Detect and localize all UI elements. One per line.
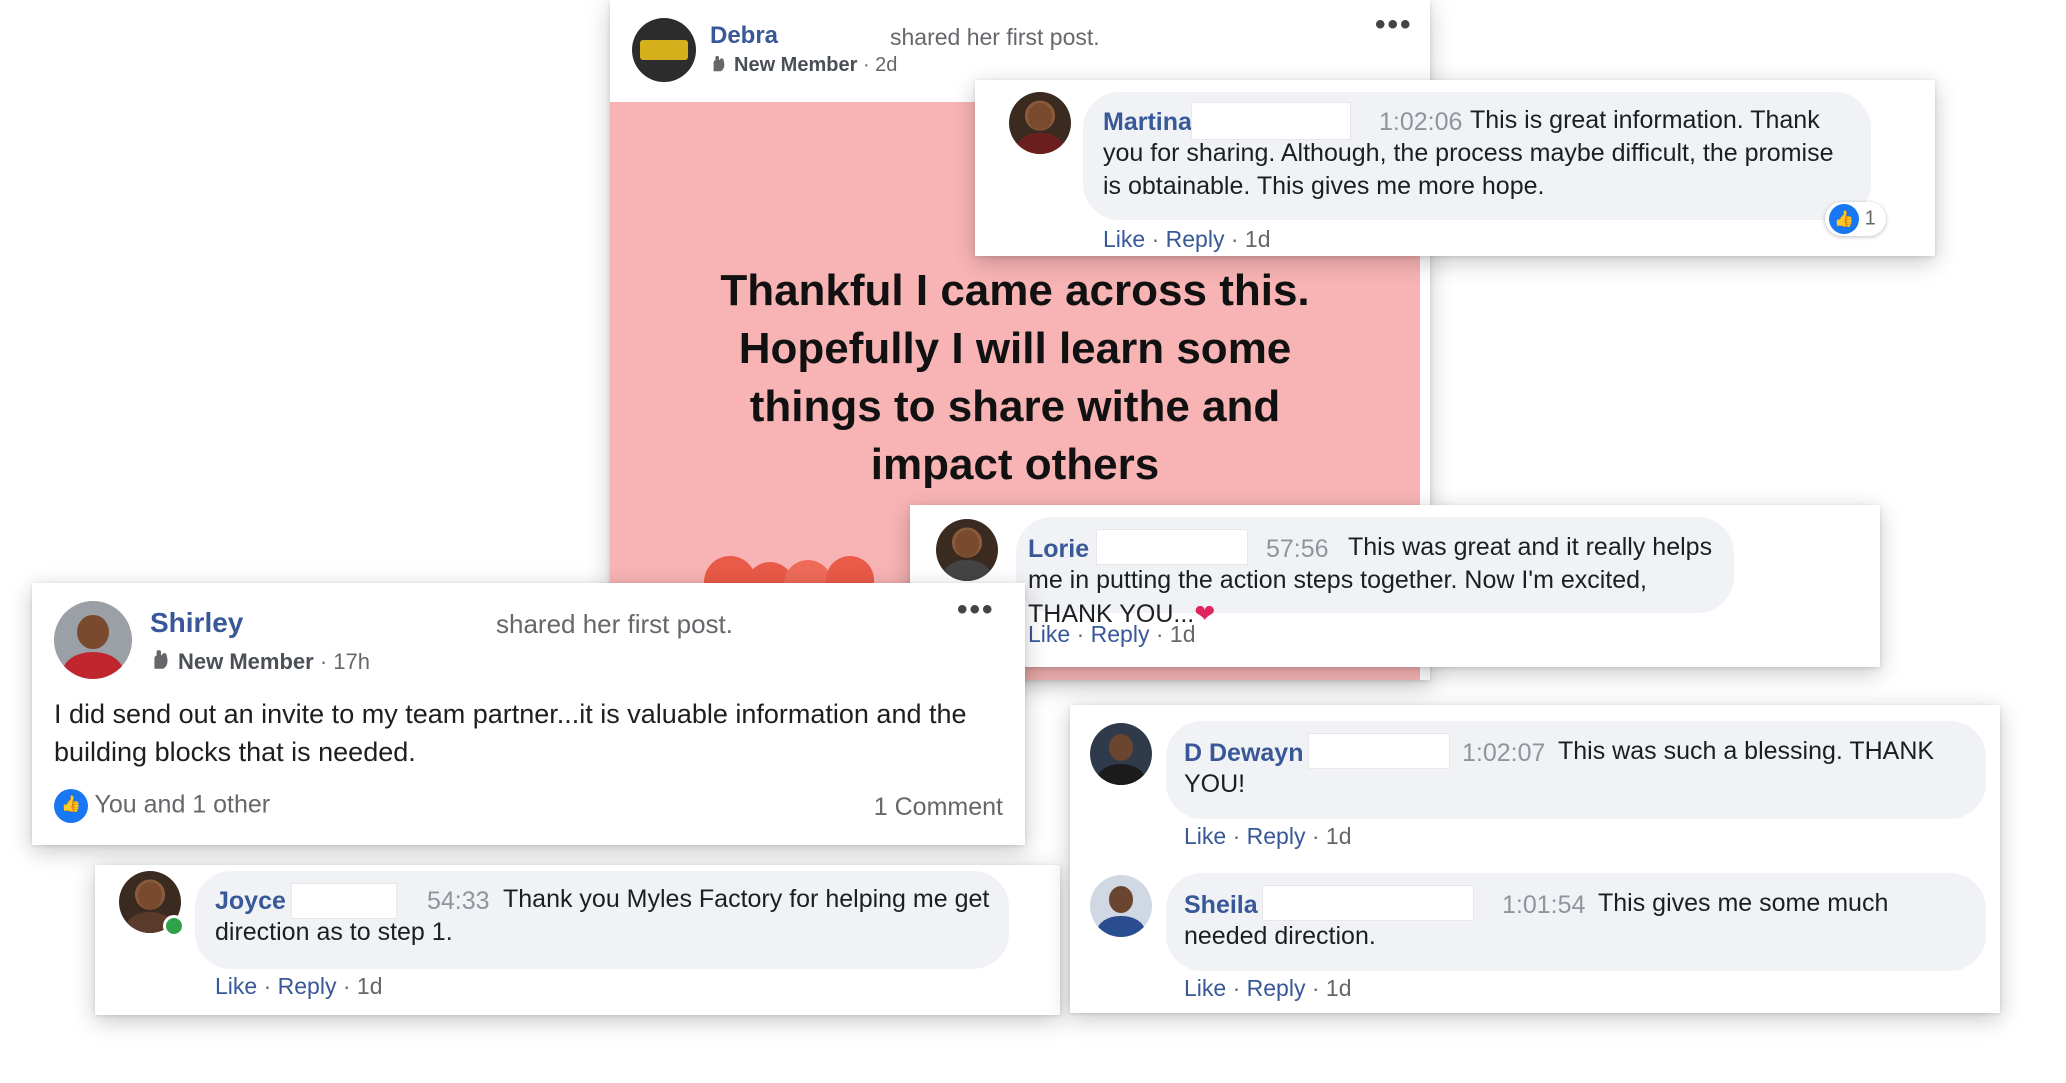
shirley-author-name[interactable]: Shirley	[150, 607, 243, 639]
martina-comment-text: This is great information. Thank you for…	[1103, 104, 1853, 203]
martina-age[interactable]: 1d	[1245, 226, 1271, 252]
martina-like-link[interactable]: Like	[1103, 226, 1145, 252]
martina-comment-card: Martina 1:02:06 This is great informatio…	[975, 80, 1935, 256]
hand-wave-icon	[154, 650, 168, 669]
dewayne-comment-text: This was such a blessing. THANK YOU!	[1184, 735, 1974, 801]
shirley-more-options-icon[interactable]: •••	[957, 593, 995, 627]
shirley-time[interactable]: · 17h	[320, 649, 370, 674]
shirley-shared-text: shared her first post.	[496, 609, 733, 639]
shirley-post-card: Shirley shared her first post. New Membe…	[32, 583, 1025, 845]
sheila-comment-body: This gives me some much needed direction…	[1184, 889, 1889, 950]
lorie-actions: Like · Reply · 1d	[1028, 621, 1196, 647]
lorie-comment-text: This was great and it really helps me in…	[1028, 531, 1728, 631]
lorie-comment-card: Lorie 57:56 This was great and it really…	[910, 505, 1880, 667]
dewayne-comment-body: This was such a blessing. THANK YOU!	[1184, 737, 1935, 798]
debra-more-options-icon[interactable]: •••	[1375, 8, 1413, 42]
shirley-badge: New Member	[178, 649, 314, 674]
sheila-avatar[interactable]	[1090, 875, 1152, 937]
dewayne-age[interactable]: 1d	[1326, 823, 1352, 849]
lorie-reply-link[interactable]: Reply	[1091, 621, 1150, 647]
sheila-actions: Like · Reply · 1d	[1184, 975, 1352, 1001]
lorie-comment-body: This was great and it really helps me in…	[1028, 533, 1713, 628]
shirley-comment-count[interactable]: 1 Comment	[874, 793, 1003, 822]
hand-wave-icon	[713, 55, 725, 72]
dewayne-actions: Like · Reply · 1d	[1184, 823, 1352, 849]
sheila-comment-text: This gives me some much needed direction…	[1184, 887, 1974, 953]
martina-avatar[interactable]	[1009, 92, 1071, 154]
debra-time[interactable]: · 2d	[863, 54, 897, 76]
dewayne-reply-link[interactable]: Reply	[1247, 823, 1306, 849]
joyce-like-link[interactable]: Like	[215, 973, 257, 999]
debra-badge-row: New Member · 2d	[710, 54, 897, 77]
martina-reply-link[interactable]: Reply	[1166, 226, 1225, 252]
dewayne-like-link[interactable]: Like	[1184, 823, 1226, 849]
debra-badge: New Member	[734, 54, 858, 76]
joyce-comment-text: Thank you Myles Factory for helping me g…	[215, 883, 995, 949]
dewayne-sheila-comments-card: D Dewayn 1:02:07 This was such a blessin…	[1070, 705, 2000, 1013]
martina-reaction-number: 1	[1864, 207, 1876, 230]
sheila-like-link[interactable]: Like	[1184, 975, 1226, 1001]
shirley-avatar[interactable]	[54, 601, 132, 679]
joyce-age[interactable]: 1d	[357, 973, 383, 999]
online-status-icon	[163, 915, 185, 937]
joyce-reply-link[interactable]: Reply	[278, 973, 337, 999]
lorie-avatar[interactable]	[936, 519, 998, 581]
heart-emoji-icon: ❤	[1194, 599, 1216, 628]
shirley-reactions[interactable]: You and 1 other	[54, 789, 270, 823]
shirley-post-body: I did send out an invite to my team part…	[54, 699, 967, 767]
dewayne-avatar[interactable]	[1090, 723, 1152, 785]
martina-reaction-count[interactable]: 1	[1825, 202, 1886, 236]
like-reaction-icon	[1829, 204, 1859, 234]
shirley-reaction-summary: You and 1 other	[94, 790, 271, 819]
debra-avatar[interactable]	[632, 18, 696, 82]
debra-banner-text: Thankful I came across this. Hopefully I…	[720, 266, 1310, 489]
martina-actions: Like · Reply · 1d	[1103, 226, 1271, 252]
debra-author-name[interactable]: Debra	[710, 22, 778, 50]
shirley-badge-row: New Member · 17h	[150, 649, 370, 675]
like-reaction-icon	[54, 789, 88, 823]
lorie-age[interactable]: 1d	[1170, 621, 1196, 647]
sheila-age[interactable]: 1d	[1326, 975, 1352, 1001]
martina-comment-body: This is great information. Thank you for…	[1103, 106, 1834, 200]
joyce-comment-card: Joyce 54:33 Thank you Myles Factory for …	[95, 865, 1060, 1015]
debra-shared-text: shared her first post.	[890, 24, 1100, 50]
sheila-reply-link[interactable]: Reply	[1247, 975, 1306, 1001]
joyce-comment-body: Thank you Myles Factory for helping me g…	[215, 885, 990, 946]
joyce-actions: Like · Reply · 1d	[215, 973, 383, 999]
lorie-like-link[interactable]: Like	[1028, 621, 1070, 647]
